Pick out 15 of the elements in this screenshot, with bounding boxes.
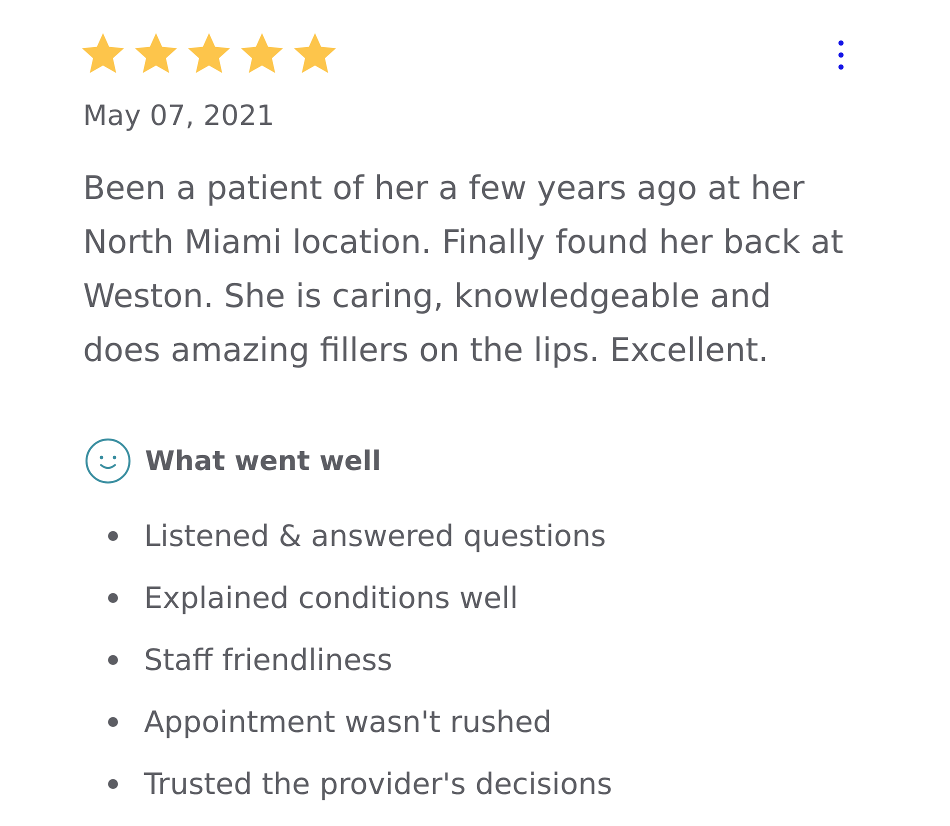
smiley-icon — [85, 438, 131, 484]
list-item-text: Staff friendliness — [144, 643, 392, 677]
review-text: Been a patient of her a few years ago at her North Miami location. Finally found her back at Weston. She is caring, knowledgeable and does amazing fillers on the lips. Excellent. — [83, 168, 844, 371]
list-item-text: Trusted the provider's decisions — [144, 767, 612, 801]
review-date: May 07, 2021 — [83, 98, 274, 134]
bullet-icon — [108, 655, 118, 665]
section-heading: What went well — [145, 446, 382, 476]
list-item-text: Explained conditions well — [144, 581, 518, 615]
bullet-icon — [108, 593, 118, 603]
bullet-icon — [108, 779, 118, 789]
bullet-icon — [108, 531, 118, 541]
list-item-text: Appointment wasn't rushed — [144, 705, 552, 739]
more-options-icon[interactable] — [837, 39, 845, 71]
list-item-text: Listened & answered questions — [144, 519, 606, 553]
bullet-icon — [108, 717, 118, 727]
